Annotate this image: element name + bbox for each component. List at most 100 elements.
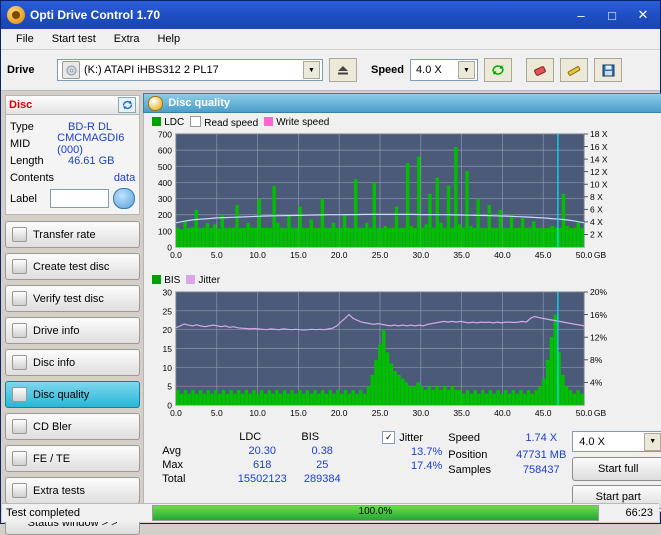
svg-text:25: 25: [163, 306, 173, 316]
svg-text:20.0: 20.0: [331, 408, 348, 418]
disc-mid-value: CMCMAGDI6 (000): [57, 131, 125, 156]
sidebar-item-fe-te[interactable]: FE / TE: [5, 445, 141, 472]
chevron-down-icon[interactable]: ▼: [458, 61, 476, 79]
svg-text:25.0: 25.0: [372, 408, 389, 418]
disc-quality-icon: [148, 95, 164, 111]
svg-text:300: 300: [158, 194, 172, 204]
disc-row-contents: Contents data: [10, 169, 135, 186]
eject-button[interactable]: [329, 58, 357, 82]
results-table: LDC BIS Avg 20.30 0.38 Max 618 25 Total …: [150, 431, 382, 509]
svg-text:600: 600: [158, 146, 172, 156]
sidebar-item-transfer-rate[interactable]: Transfer rate: [5, 221, 141, 248]
sidebar-item-cd-bler[interactable]: CD Bler: [5, 413, 141, 440]
refresh-button[interactable]: [484, 58, 513, 82]
ldc-chart[interactable]: 0 100 200 300 400 500 600 700 0.0 5.0 10.0 15.0 20.0…: [146, 128, 661, 271]
actions-column: 4.0 X ▼ Start full Start part: [572, 431, 661, 509]
svg-text:0.0: 0.0: [170, 250, 182, 260]
chevron-down-icon[interactable]: ▼: [644, 432, 661, 451]
tools-button[interactable]: [560, 58, 589, 82]
minimize-button[interactable]: –: [566, 5, 596, 25]
sidebar-label: Disc quality: [33, 388, 90, 401]
svg-text:18 X: 18 X: [590, 129, 608, 139]
cd-bler-icon: [12, 419, 27, 434]
test-speed-select[interactable]: 4.0 X ▼: [572, 431, 661, 452]
svg-text:15.0: 15.0: [290, 408, 307, 418]
svg-text:10.0: 10.0: [250, 250, 267, 260]
results-header-ldc: LDC: [239, 431, 262, 443]
jitter-avg: 13.7%: [411, 446, 443, 458]
disc-info-icon[interactable]: [113, 188, 136, 209]
table-row: Max 618 25: [150, 459, 382, 471]
bis-chart[interactable]: 0 5 10 15 20 25 30 0.0 5.0 10.0 15.0 20.0 25.0 30.0 35…: [146, 286, 661, 429]
svg-text:12 X: 12 X: [590, 167, 608, 177]
legend-swatch-read-speed: [190, 115, 202, 127]
jitter-label: Jitter: [399, 431, 424, 444]
svg-text:50.0: 50.0: [576, 408, 593, 418]
drive-select[interactable]: (K:) ATAPI iHBS312 2 PL17 ▼: [57, 59, 323, 81]
sidebar-item-disc-quality[interactable]: Disc quality: [5, 381, 141, 408]
results-row-label: Avg: [162, 445, 181, 457]
jitter-checkbox[interactable]: ✓: [382, 431, 396, 444]
disc-panel-title: Disc: [9, 99, 33, 111]
start-full-button[interactable]: Start full: [572, 457, 661, 481]
disc-label-input[interactable]: [50, 189, 110, 208]
svg-text:30: 30: [163, 288, 173, 298]
svg-text:15.0: 15.0: [290, 250, 307, 260]
measure-labels: Speed Position Samples: [448, 431, 510, 509]
legend-label-ldc: LDC: [164, 116, 185, 128]
results-max-ldc: 618: [253, 459, 272, 471]
results-max-bis: 25: [316, 459, 329, 471]
main-body: Disc Type BD-R DL MID CMCMAGDI6 (000) Le…: [1, 91, 661, 535]
status-bar: Test completed 100.0% 66:23: [2, 503, 659, 522]
legend-label-write-speed: Write speed: [276, 116, 330, 128]
menu-help[interactable]: Help: [148, 31, 189, 47]
svg-text:400: 400: [158, 178, 172, 188]
samples-label: Samples: [448, 464, 492, 476]
menu-start-test[interactable]: Start test: [43, 31, 105, 47]
speed-select[interactable]: 4.0 X ▼: [410, 59, 479, 81]
quality-panel-header: Disc quality: [143, 93, 661, 113]
svg-text:5: 5: [168, 382, 173, 392]
title-bar: Opti Drive Control 1.70 – □ ✕: [1, 1, 660, 29]
sidebar-item-verify-test-disc[interactable]: Verify test disc: [5, 285, 141, 312]
legend-label-read-speed: Read speed: [204, 117, 259, 129]
svg-text:30.0: 30.0: [413, 408, 430, 418]
test-speed-value: 4.0 X: [579, 435, 605, 448]
chevron-down-icon[interactable]: ▼: [303, 61, 320, 79]
disc-info-icon: [12, 355, 27, 370]
svg-text:700: 700: [158, 130, 172, 140]
sidebar-item-drive-info[interactable]: Drive info: [5, 317, 141, 344]
svg-text:2 X: 2 X: [590, 230, 603, 240]
sidebar-item-create-test-disc[interactable]: Create test disc: [5, 253, 141, 280]
sidebar-label: Drive info: [33, 324, 80, 337]
svg-text:10 X: 10 X: [590, 179, 608, 189]
menu-extra[interactable]: Extra: [105, 31, 149, 47]
sidebar-item-extra-tests[interactable]: Extra tests: [5, 477, 141, 504]
app-icon: [7, 6, 25, 24]
legend-swatch-jitter: [186, 274, 196, 284]
transfer-rate-icon: [12, 227, 27, 242]
disc-label-row: Label: [10, 188, 136, 209]
maximize-button[interactable]: □: [597, 5, 627, 25]
sidebar-label: FE / TE: [33, 452, 71, 465]
save-button[interactable]: [594, 58, 623, 82]
bis-chart-legend: BIS Jitter: [146, 274, 661, 286]
svg-text:10: 10: [163, 363, 173, 373]
menu-bar: File Start test Extra Help: [1, 29, 660, 50]
sidebar-label: Extra tests: [33, 484, 85, 497]
eraser-button[interactable]: [526, 58, 555, 82]
svg-text:200: 200: [158, 210, 172, 220]
legend-swatch-bis: [152, 274, 162, 284]
disc-refresh-icon[interactable]: [118, 97, 137, 113]
close-button[interactable]: ✕: [628, 5, 658, 25]
svg-text:15: 15: [163, 344, 173, 354]
svg-text:35.0: 35.0: [454, 250, 471, 260]
drive-toolbar: Drive (K:) ATAPI iHBS312 2 PL17 ▼ Speed …: [1, 50, 660, 91]
jitter-column: ✓ Jitter 13.7% 17.4%: [382, 431, 448, 509]
menu-file[interactable]: File: [7, 31, 43, 47]
drive-info-icon: [12, 323, 27, 338]
sidebar-item-disc-info[interactable]: Disc info: [5, 349, 141, 376]
drive-select-value: (K:) ATAPI iHBS312 2 PL17: [84, 64, 219, 76]
sidebar-label: Transfer rate: [33, 228, 96, 241]
svg-text:8 X: 8 X: [590, 192, 603, 202]
